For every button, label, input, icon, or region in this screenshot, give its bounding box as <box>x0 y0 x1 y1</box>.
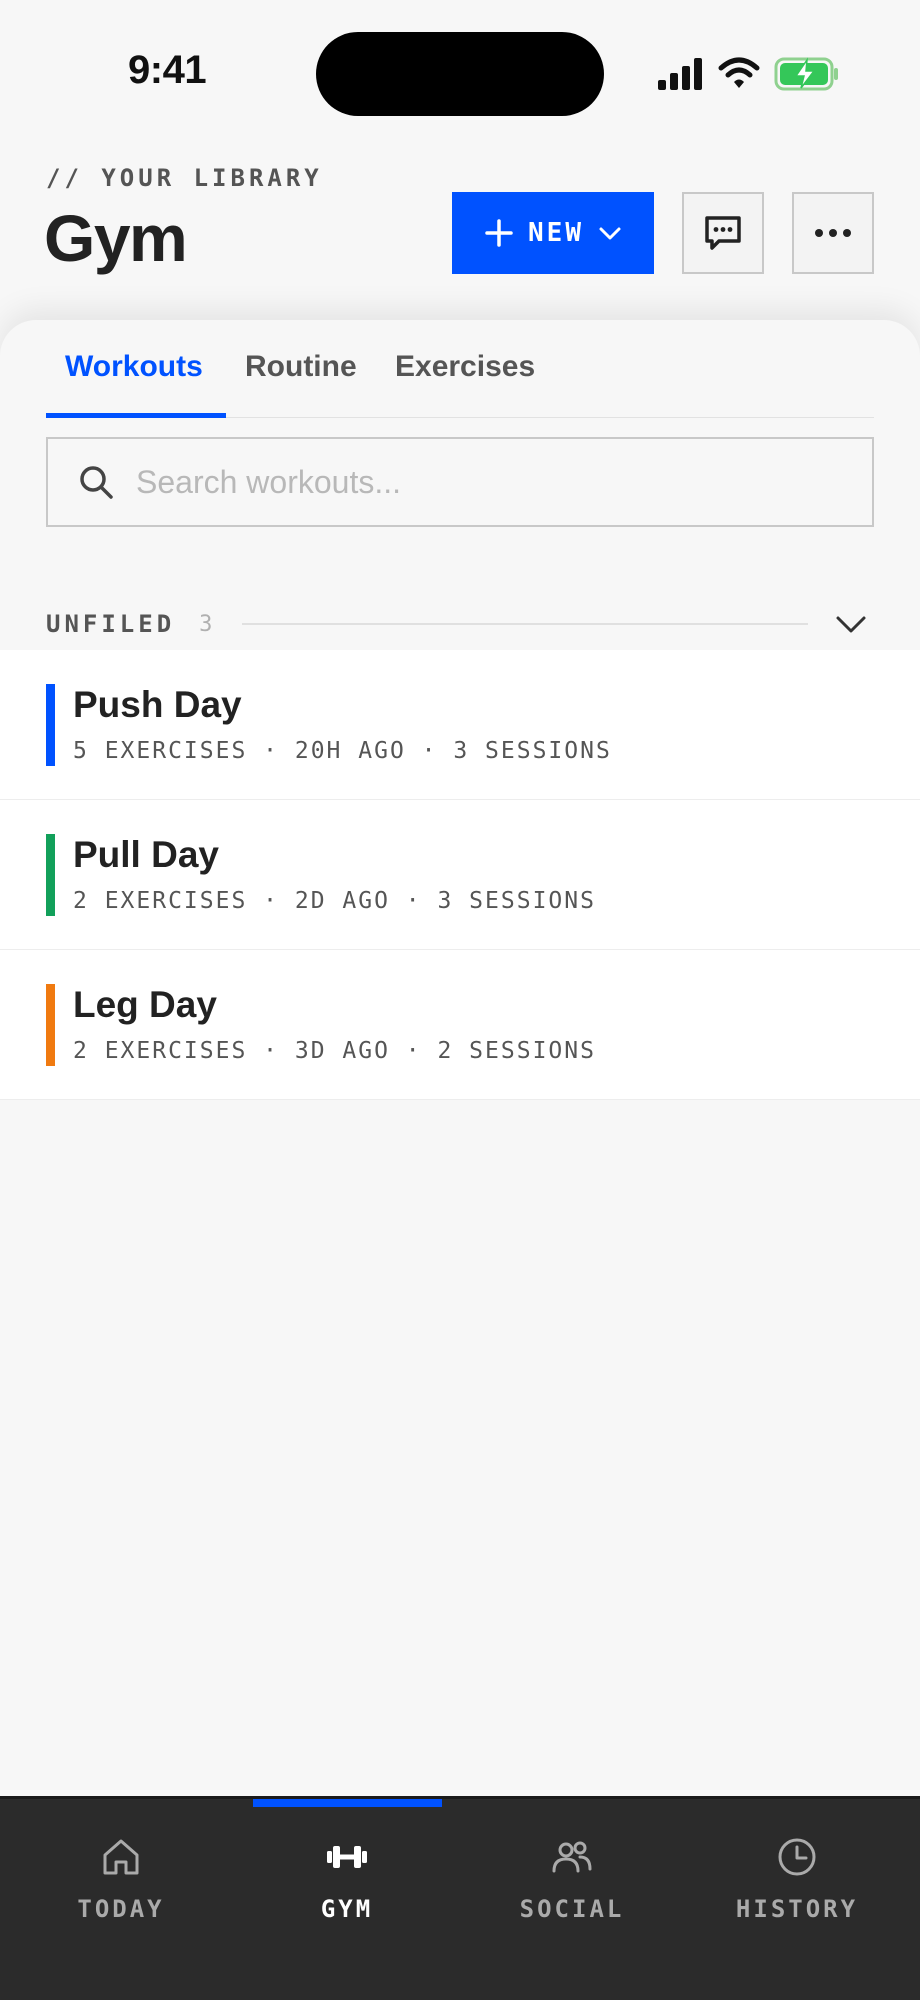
bottom-nav: TODAY GYM SOCIAL HISTORY <box>0 1796 920 2000</box>
workout-meta: 5 EXERCISES · 20H AGO · 3 SESSIONS <box>73 738 612 764</box>
nav-item-gym[interactable]: GYM <box>247 1835 447 1923</box>
workout-meta: 2 EXERCISES · 3D AGO · 2 SESSIONS <box>73 1038 596 1064</box>
nav-item-social[interactable]: SOCIAL <box>472 1835 672 1923</box>
new-button-label: NEW <box>528 218 584 248</box>
nav-active-indicator <box>253 1799 442 1807</box>
more-options-button[interactable] <box>792 192 874 274</box>
workout-meta: 2 EXERCISES · 2D AGO · 3 SESSIONS <box>73 888 596 914</box>
workout-row-pull-day[interactable]: Pull Day 2 EXERCISES · 2D AGO · 3 SESSIO… <box>0 800 920 950</box>
clock-icon <box>778 1838 816 1876</box>
nav-label: SOCIAL <box>519 1895 625 1923</box>
dumbbell-icon <box>327 1846 367 1868</box>
battery-charging-icon <box>774 57 838 91</box>
nav-label: HISTORY <box>735 1895 859 1923</box>
workout-row-push-day[interactable]: Push Day 5 EXERCISES · 20H AGO · 3 SESSI… <box>0 650 920 800</box>
nav-label: TODAY <box>77 1895 165 1923</box>
workout-color-bar <box>46 684 55 766</box>
section-count: 3 <box>199 611 213 637</box>
workout-name: Push Day <box>73 684 242 725</box>
workout-row-leg-day[interactable]: Leg Day 2 EXERCISES · 3D AGO · 2 SESSION… <box>0 950 920 1100</box>
page-title: Gym <box>44 201 188 275</box>
workout-name: Pull Day <box>73 834 219 875</box>
workout-list: Push Day 5 EXERCISES · 20H AGO · 3 SESSI… <box>0 650 920 1100</box>
chevron-down-icon <box>599 227 621 240</box>
ellipsis-icon <box>815 229 851 237</box>
tab-exercises[interactable]: Exercises <box>395 350 535 384</box>
search-box[interactable] <box>46 437 874 527</box>
workout-name: Leg Day <box>73 984 217 1025</box>
tab-routine[interactable]: Routine <box>245 350 357 384</box>
workout-color-bar <box>46 984 55 1066</box>
search-icon <box>80 466 113 499</box>
active-tab-indicator <box>46 413 226 418</box>
section-label: UNFILED <box>46 610 176 638</box>
messages-button[interactable] <box>682 192 764 274</box>
tab-workouts[interactable]: Workouts <box>65 350 203 384</box>
status-bar: 9:41 <box>0 0 920 140</box>
nav-item-today[interactable]: TODAY <box>21 1835 221 1923</box>
home-icon <box>103 1839 139 1875</box>
search-input[interactable] <box>136 463 816 501</box>
library-tabs: Workouts Routine Exercises <box>46 320 874 418</box>
plus-icon <box>485 219 513 247</box>
library-eyebrow: // YOUR LIBRARY <box>46 164 323 192</box>
library-sheet: Workouts Routine Exercises UNFILED 3 Pus… <box>0 320 920 1800</box>
people-icon <box>552 1841 592 1873</box>
nav-item-history[interactable]: HISTORY <box>697 1835 897 1923</box>
wifi-icon <box>718 57 760 88</box>
collapse-chevron-icon[interactable] <box>834 607 868 641</box>
nav-label: GYM <box>320 1895 374 1923</box>
section-divider <box>242 623 809 625</box>
status-time: 9:41 <box>128 48 207 92</box>
dynamic-island <box>316 32 604 116</box>
new-button[interactable]: NEW <box>452 192 654 274</box>
chat-bubble-icon <box>705 216 741 250</box>
cellular-signal-icon <box>658 58 702 90</box>
workout-color-bar <box>46 834 55 916</box>
